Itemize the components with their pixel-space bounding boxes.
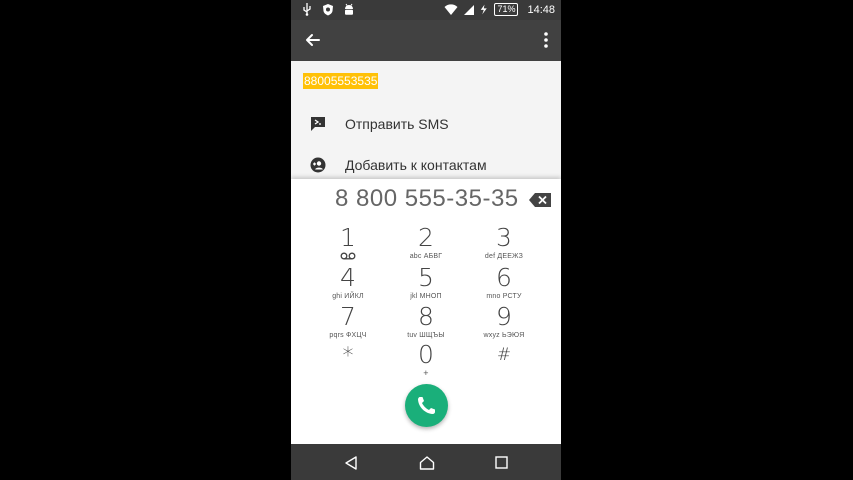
key-7-letters: pqrs ФХЦЧ — [329, 332, 367, 339]
key-0-letters: + — [423, 368, 429, 378]
status-bar: 71% 14:48 — [291, 0, 561, 20]
key-9-digit: 9 — [496, 302, 512, 331]
key-3-letters: def ДЕЕЖЗ — [484, 253, 524, 260]
key-2-digit: 2 — [418, 223, 434, 252]
navigation-bar — [291, 444, 561, 480]
clock: 14:48 — [527, 3, 555, 16]
key-0[interactable]: 0 + — [391, 341, 461, 381]
android-icon — [345, 3, 353, 15]
key-6-digit: 6 — [496, 263, 512, 292]
key-star-digit: * — [342, 344, 354, 369]
key-6-letters: mno РСТУ — [486, 293, 522, 300]
key-1[interactable]: 1 — [313, 224, 383, 264]
key-hash-digit: # — [496, 345, 512, 365]
usb-icon — [303, 3, 311, 16]
nav-home-icon[interactable] — [419, 456, 435, 470]
key-7[interactable]: 7 pqrs ФХЦЧ — [313, 303, 383, 343]
key-5-digit: 5 — [418, 263, 434, 292]
backspace-icon[interactable] — [529, 193, 551, 207]
nav-recents-icon[interactable] — [495, 456, 508, 469]
key-7-digit: 7 — [340, 302, 356, 331]
key-5-letters: jkl МНОП — [410, 293, 442, 300]
app-bar — [291, 20, 561, 61]
key-6[interactable]: 6 mno РСТУ — [469, 264, 539, 304]
phone-screen: 71% 14:48 88005553535 Отправить SMS Доба… — [291, 0, 561, 480]
key-hash[interactable]: # — [469, 341, 539, 381]
key-4-digit: 4 — [340, 263, 356, 292]
key-0-digit: 0 — [418, 340, 434, 369]
key-2-letters: abc АБВГ — [409, 253, 443, 260]
add-to-contacts-action[interactable]: Добавить к контактам — [291, 147, 561, 183]
key-star[interactable]: * — [313, 343, 383, 383]
key-3-digit: 3 — [496, 223, 512, 252]
key-1-digit: 1 — [340, 223, 356, 252]
key-5[interactable]: 5 jkl МНОП — [391, 264, 461, 304]
wifi-icon — [444, 4, 458, 15]
add-to-contacts-label: Добавить к контактам — [345, 157, 487, 173]
charging-icon — [481, 4, 488, 15]
key-4[interactable]: 4 ghi ИЙКЛ — [313, 264, 383, 304]
key-4-letters: ghi ИЙКЛ — [332, 293, 364, 300]
battery-level: 71% — [494, 3, 519, 16]
send-sms-action[interactable]: Отправить SMS — [291, 106, 561, 142]
more-vert-icon[interactable] — [541, 30, 551, 50]
sms-icon — [311, 117, 325, 131]
add-contact-icon — [310, 157, 326, 173]
call-button[interactable] — [405, 384, 448, 427]
dialed-digits[interactable]: 8 800 555-35-35 — [335, 185, 519, 213]
send-sms-label: Отправить SMS — [345, 116, 449, 132]
key-2[interactable]: 2 abc АБВГ — [391, 224, 461, 264]
key-8-letters: tuv ШЩЪЫ — [407, 332, 445, 339]
shield-icon — [323, 4, 333, 16]
key-8-digit: 8 — [418, 302, 434, 331]
signal-icon — [464, 5, 475, 15]
voicemail-icon — [340, 252, 356, 260]
key-3[interactable]: 3 def ДЕЕЖЗ — [469, 224, 539, 264]
phone-icon — [418, 397, 435, 414]
key-8[interactable]: 8 tuv ШЩЪЫ — [391, 303, 461, 343]
highlighted-number[interactable]: 88005553535 — [303, 73, 379, 89]
key-9-letters: wxyz ЬЭЮЯ — [483, 332, 525, 339]
nav-back-icon[interactable] — [344, 456, 358, 470]
arrow-back-icon[interactable] — [303, 30, 323, 50]
key-9[interactable]: 9 wxyz ЬЭЮЯ — [469, 303, 539, 343]
